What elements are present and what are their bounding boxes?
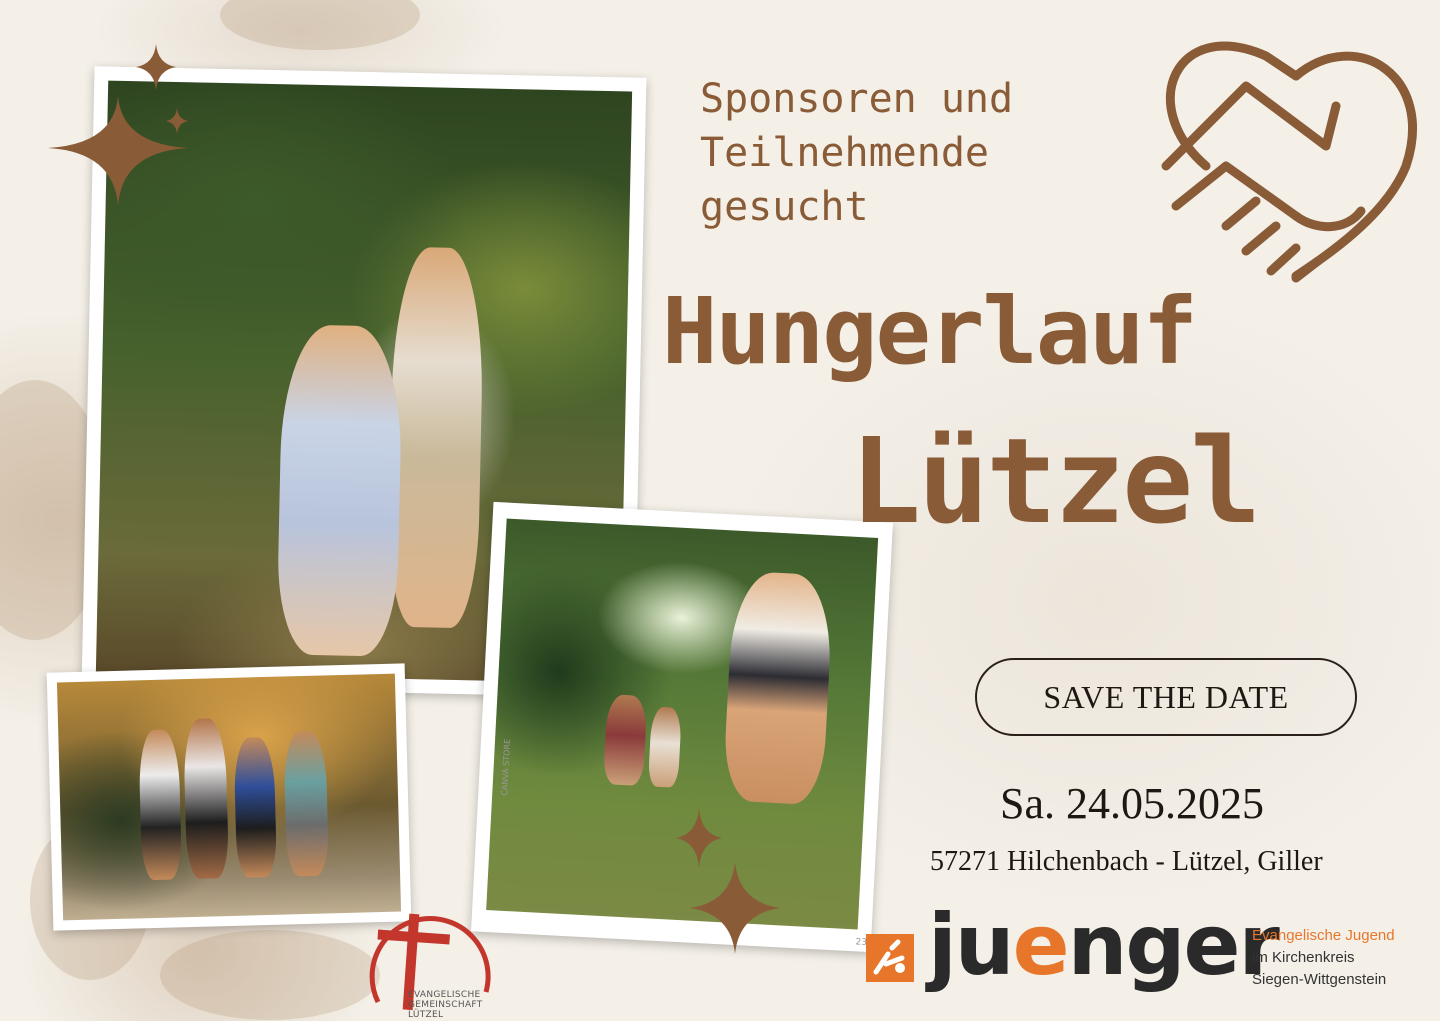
paper-stain xyxy=(160,930,380,1020)
event-location: 57271 Hilchenbach - Lützel, Giller xyxy=(930,846,1323,877)
page-title-line2: Lützel xyxy=(850,412,1261,550)
jumping-woman xyxy=(722,570,835,806)
subtitle-line: Sponsoren und xyxy=(700,76,1014,122)
sparkle-icon xyxy=(136,44,176,90)
runner xyxy=(138,729,183,881)
runner xyxy=(233,736,278,878)
event-date: Sa. 24.05.2025 xyxy=(1000,779,1264,828)
church-logo-line: GEMEINSCHAFT xyxy=(408,1000,483,1010)
child-boy xyxy=(276,324,404,657)
church-logo-line: EVANGELISCHE xyxy=(408,990,481,1000)
sparkle-icon xyxy=(166,108,188,134)
runner xyxy=(647,706,682,788)
photo-adult-runners xyxy=(46,663,412,931)
sparkle-icon xyxy=(690,862,780,954)
save-the-date-button[interactable]: SAVE THE DATE xyxy=(975,658,1357,736)
subtitle-line: gesucht xyxy=(700,184,869,230)
juenger-tagline-line1: Evangelische Jugend xyxy=(1252,927,1395,944)
page-title-line1: Hungerlauf xyxy=(662,278,1198,385)
juenger-word-part: ju xyxy=(928,896,1015,994)
juenger-logo-word: juenger xyxy=(928,896,1280,994)
child-girl xyxy=(386,246,485,629)
juenger-tagline-line2: im Kirchenkreis xyxy=(1252,949,1355,966)
juenger-word-accent: e xyxy=(1012,896,1070,994)
church-logo-text: EVANGELISCHE GEMEINSCHAFT LÜTZEL xyxy=(408,990,483,1020)
juenger-logo-mark xyxy=(866,934,914,982)
juenger-tagline-line3: Siegen-Wittgenstein xyxy=(1252,971,1387,988)
runner xyxy=(283,730,330,877)
handshake-heart-icon xyxy=(1161,41,1417,283)
juenger-word-part: nger xyxy=(1067,896,1280,994)
subtitle: Sponsoren und Teilnehmende gesucht xyxy=(700,72,1160,234)
runner xyxy=(182,718,230,880)
church-logo-line: LÜTZEL xyxy=(408,1010,444,1020)
subtitle-line: Teilnehmende xyxy=(700,130,989,176)
runner xyxy=(602,694,648,787)
juenger-mark-icon xyxy=(873,939,905,975)
photo-forest-jump: CANVA STORE 23 xyxy=(471,501,893,953)
photo-adult-runners-image xyxy=(56,673,402,921)
sparkle-icon xyxy=(676,808,722,868)
